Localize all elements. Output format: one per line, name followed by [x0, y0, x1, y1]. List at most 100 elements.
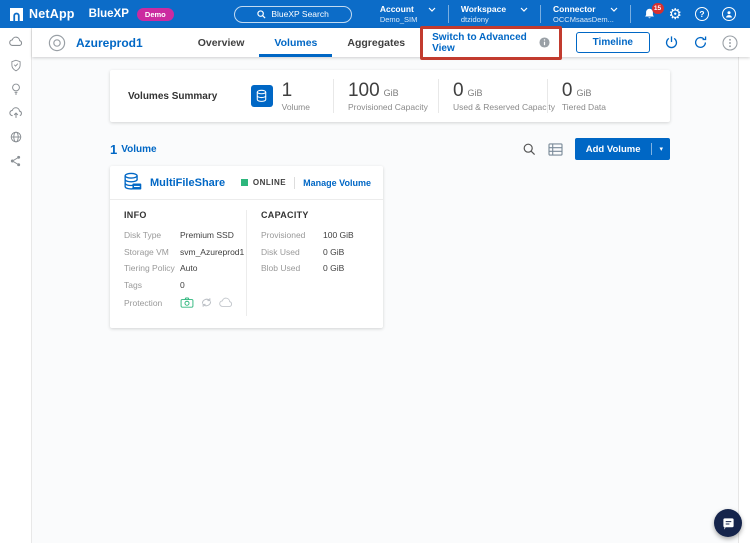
switch-to-advanced-view-link[interactable]: Switch to Advanced View [432, 32, 532, 54]
sidebar-item-share[interactable] [4, 149, 28, 173]
table-view-icon [548, 143, 563, 156]
snapshot-camera-icon [180, 297, 194, 308]
environment-name: Azureprod1 [76, 36, 143, 50]
left-sidebar [0, 28, 32, 543]
header-context-groups: Account Demo_SIM Workspace dtzidony Conn… [368, 4, 631, 24]
sidebar-item-extensions[interactable] [4, 125, 28, 149]
kv-value: 0 GiB [323, 263, 344, 273]
refresh-button[interactable] [693, 35, 708, 50]
chevron-down-icon [610, 7, 618, 12]
timeline-button[interactable]: Timeline [576, 32, 650, 53]
volume-card-header: MultiFileShare ONLINE Manage Volume [110, 166, 383, 200]
kebab-menu-icon [722, 35, 738, 51]
capacity-row-disk-used: Disk Used 0 GiB [261, 247, 383, 257]
summary-volume-count-label: Volume [282, 102, 310, 112]
volume-list-count-label: Volume [121, 144, 156, 155]
sidebar-item-storage[interactable] [4, 29, 28, 53]
backup-cloud-icon [219, 297, 233, 308]
sidebar-item-health[interactable] [4, 53, 28, 77]
environment-actions: Switch to Advanced View Timeline [420, 26, 738, 60]
tab-overview[interactable]: Overview [183, 28, 260, 57]
scrollbar-track[interactable] [738, 57, 750, 543]
metric-unit: GiB [468, 88, 483, 98]
kv-label: Protection [124, 298, 180, 308]
kv-label: Blob Used [261, 263, 323, 273]
info-row-protection: Protection [124, 296, 246, 309]
volumes-summary-card: Volumes Summary 1 Volume 100 [110, 70, 670, 122]
workspace-value: dtzidony [461, 15, 528, 24]
account-label: Account [380, 4, 414, 14]
bluexp-search-button[interactable]: BlueXP Search [234, 6, 352, 23]
notification-count-badge: 15 [652, 3, 664, 14]
table-view-toggle-button[interactable] [548, 143, 563, 156]
chevron-down-icon [520, 7, 528, 12]
brand-name: NetApp [29, 7, 75, 21]
manage-volume-link[interactable]: Manage Volume [303, 178, 371, 188]
sidebar-item-governance[interactable] [4, 77, 28, 101]
capacity-section-title: CAPACITY [261, 210, 383, 220]
info-row-disk-type: Disk Type Premium SSD [124, 230, 246, 240]
top-header: NetApp BlueXP Demo BlueXP Search Account… [0, 0, 750, 28]
kv-label: Storage VM [124, 247, 180, 257]
account-selector[interactable]: Account Demo_SIM [368, 4, 448, 24]
more-options-button[interactable] [722, 35, 738, 51]
connector-selector[interactable]: Connector OCCMsaasDem... [541, 4, 630, 24]
volume-count-metric: 1 Volume [251, 81, 333, 112]
power-button[interactable] [664, 35, 679, 50]
main-area: Azureprod1 Overview Volumes Aggregates S… [32, 28, 750, 543]
tab-aggregates[interactable]: Aggregates [332, 28, 420, 57]
provisioned-capacity-metric: 100 GiB Provisioned Capacity [334, 81, 438, 112]
volume-card-body: INFO Disk Type Premium SSD Storage VM sv… [110, 200, 383, 328]
chat-widget-button[interactable] [714, 509, 742, 537]
add-volume-button[interactable]: Add Volume ▾ [575, 138, 670, 160]
refresh-icon [693, 35, 708, 50]
settings-button[interactable]: ⚙ [669, 7, 682, 22]
add-volume-label: Add Volume [575, 144, 652, 155]
mobility-cloud-icon [9, 107, 23, 119]
notifications-button[interactable]: 15 [643, 7, 656, 21]
app-shell: Azureprod1 Overview Volumes Aggregates S… [0, 28, 750, 543]
working-environment-icon [48, 34, 66, 52]
sidebar-item-mobility[interactable] [4, 101, 28, 125]
kv-label: Disk Type [124, 230, 180, 240]
metric-value: 0 [562, 81, 573, 100]
tiered-data-metric: 0 GiB Tiered Data [548, 81, 652, 112]
metric-value: 100 [348, 81, 380, 100]
volume-capacity-section: CAPACITY Provisioned 100 GiB Disk Used 0… [246, 210, 383, 316]
summary-title: Volumes Summary [128, 91, 251, 102]
volume-list-toolbar: 1 Volume [110, 138, 670, 160]
kv-value: 100 GiB [323, 230, 354, 240]
chevron-down-icon[interactable]: ▾ [652, 145, 670, 153]
kv-label: Disk Used [261, 247, 323, 257]
replication-sync-icon [200, 296, 213, 309]
help-button[interactable]: ? [695, 7, 709, 21]
workspace-selector[interactable]: Workspace dtzidony [449, 4, 540, 24]
gear-icon: ⚙ [669, 7, 682, 22]
search-label: BlueXP Search [271, 9, 329, 19]
online-status-icon [241, 179, 248, 186]
volume-card-multifileshare: MultiFileShare ONLINE Manage Volume INFO [110, 166, 383, 328]
kv-label: Provisioned [261, 230, 323, 240]
switch-to-advanced-view-annotation[interactable]: Switch to Advanced View [420, 26, 561, 60]
search-volumes-button[interactable] [523, 143, 536, 156]
card-divider [294, 177, 295, 189]
bluexp-app: NetApp BlueXP Demo BlueXP Search Account… [0, 0, 750, 543]
kv-value: svm_Azureprod1 [180, 247, 244, 257]
summary-volume-count: 1 [282, 81, 310, 100]
search-icon [257, 10, 266, 19]
tab-volumes[interactable]: Volumes [259, 28, 332, 57]
used-reserved-capacity-metric: 0 GiB Used & Reserved Capacity [439, 81, 547, 112]
volume-name[interactable]: MultiFileShare [150, 177, 225, 189]
chat-icon [722, 517, 735, 530]
product-name: BlueXP [89, 8, 129, 20]
kv-value: Auto [180, 263, 198, 273]
header-divider [630, 5, 631, 23]
metric-value: 0 [453, 81, 464, 100]
netapp-logo-icon [10, 8, 23, 21]
extensions-globe-icon [10, 131, 22, 143]
metric-unit: GiB [384, 88, 399, 98]
metric-unit: GiB [577, 88, 592, 98]
share-icon [10, 155, 21, 167]
user-menu-button[interactable] [722, 7, 736, 21]
demo-badge: Demo [137, 8, 174, 21]
